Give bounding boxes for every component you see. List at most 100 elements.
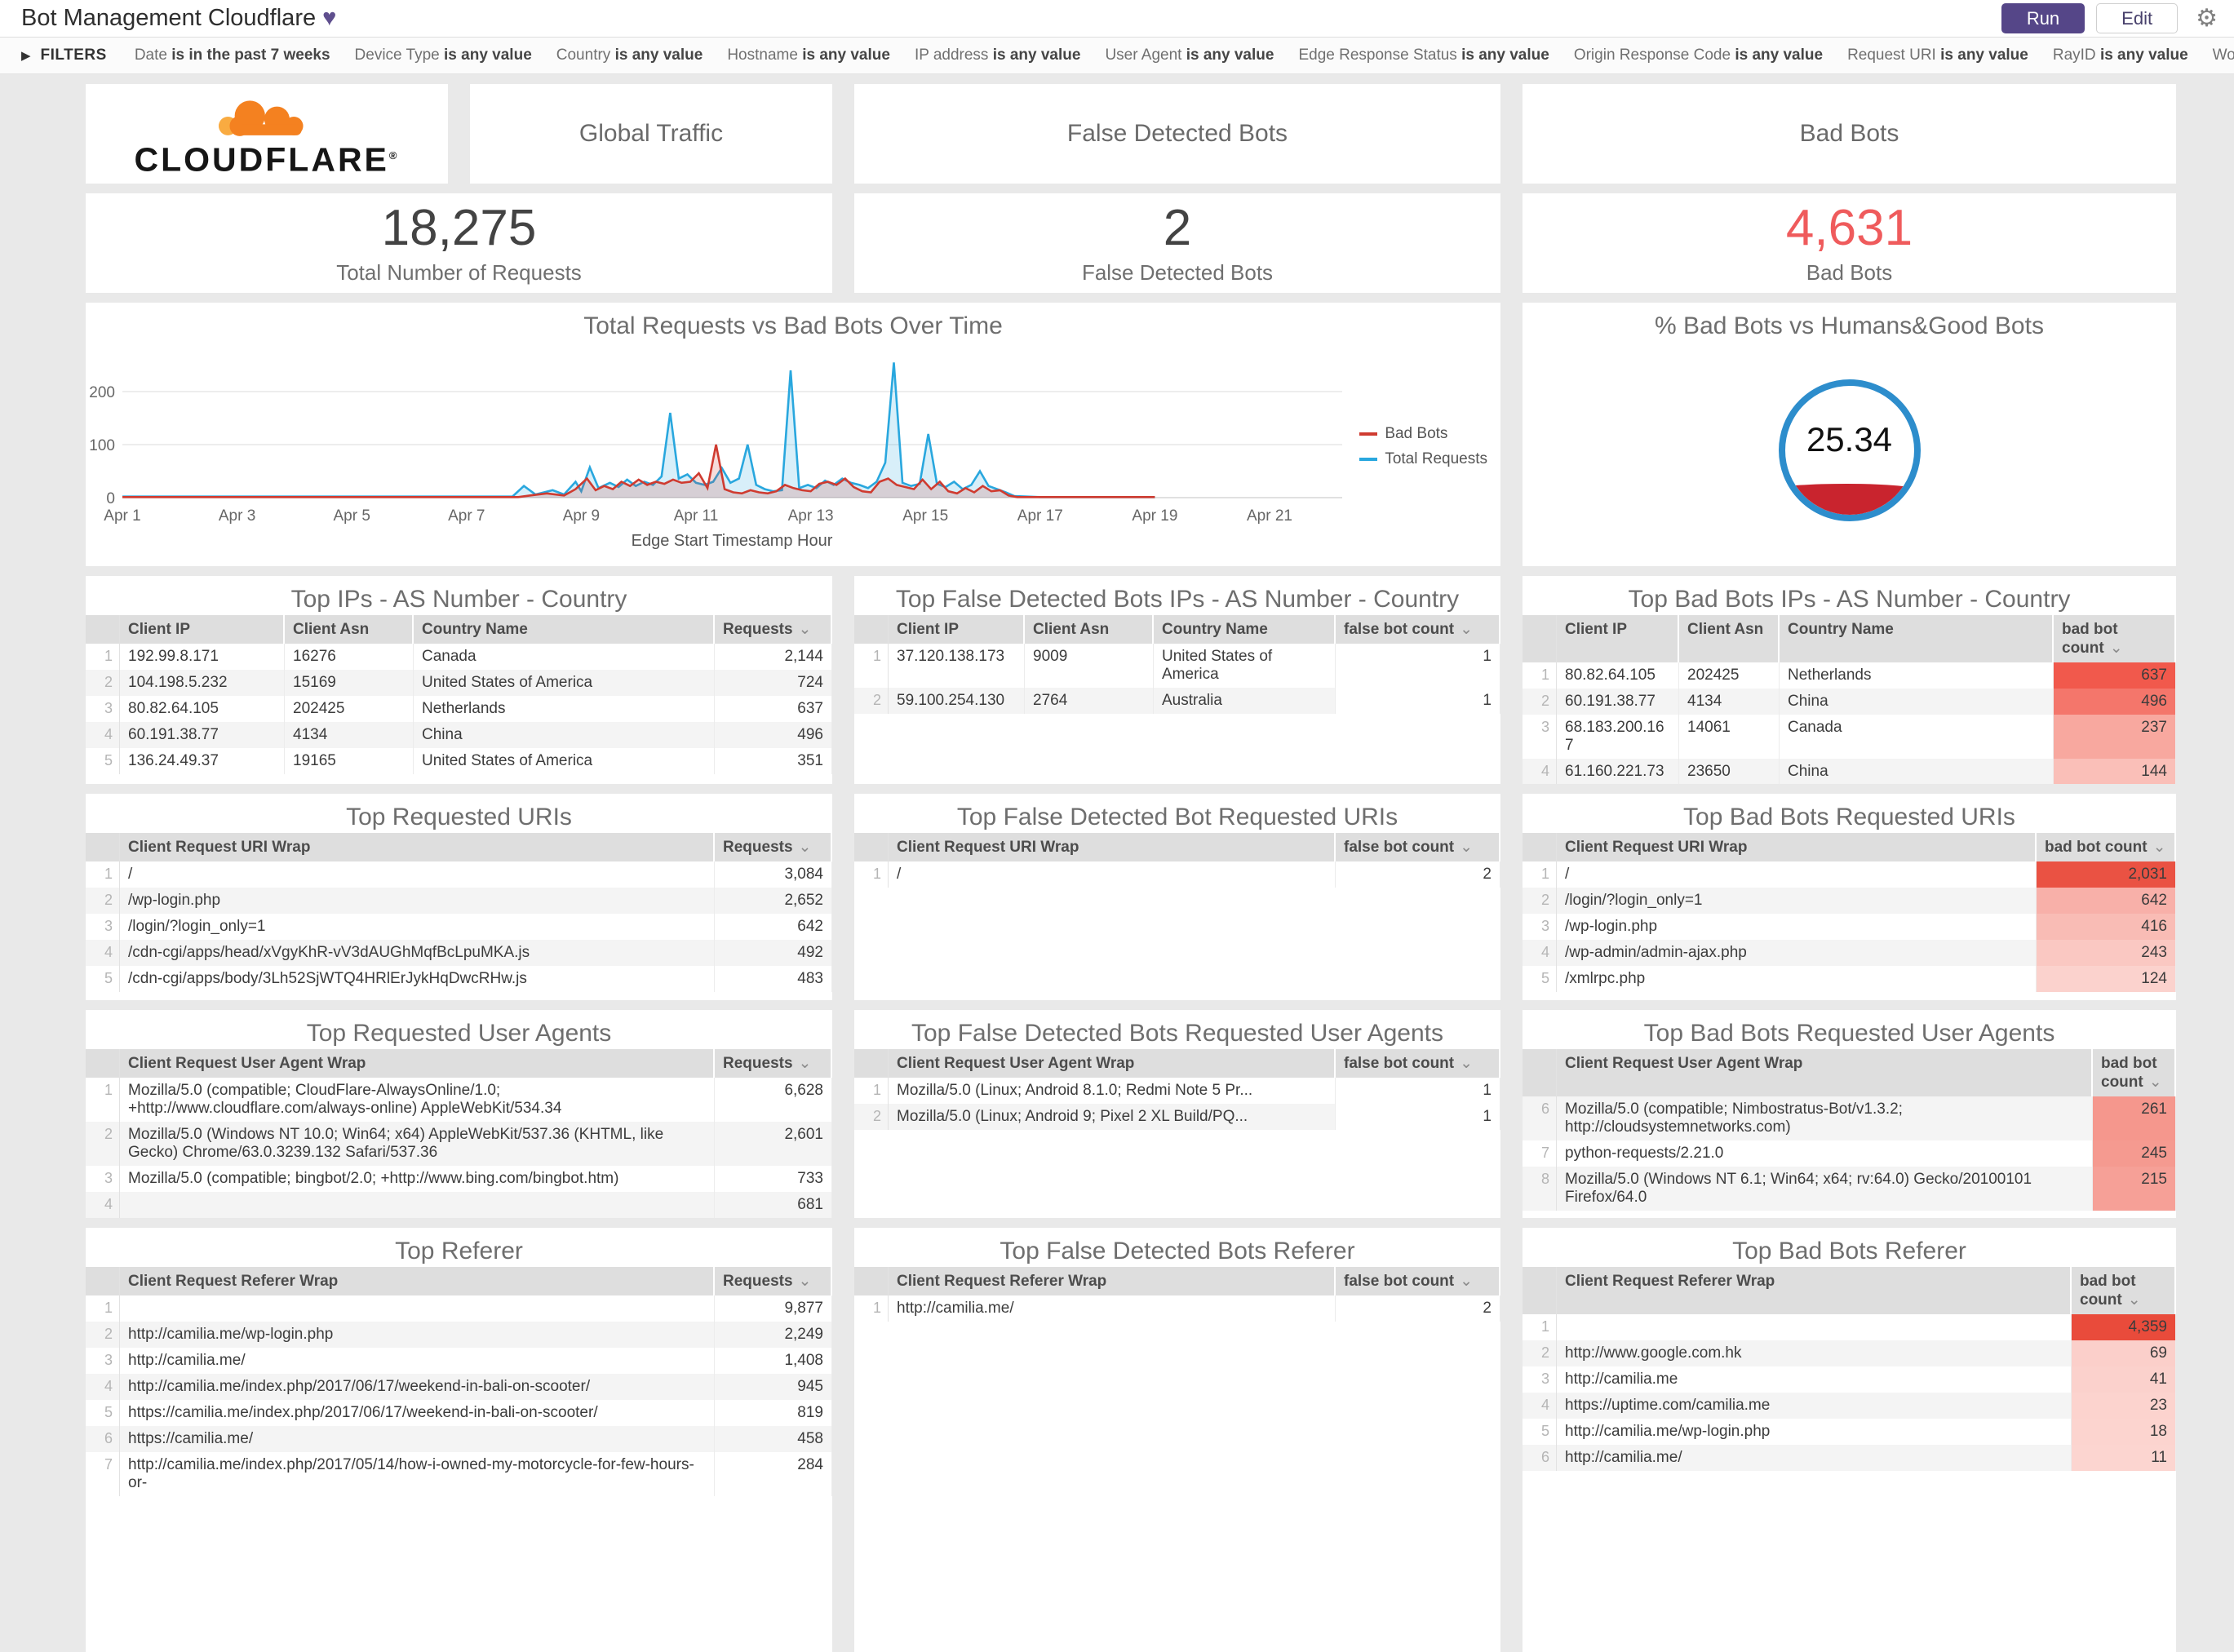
column-header[interactable]: bad bot count ⌄ xyxy=(2054,615,2176,662)
row-number: 3 xyxy=(86,914,120,940)
tile-top-ips: Top IPs - AS Number - Country Client IP Cl… xyxy=(86,576,832,784)
tile-title: Top False Detected Bots Requested User A… xyxy=(911,1020,1444,1047)
filter-item-ip-address[interactable]: IP address is any value xyxy=(915,47,1081,64)
filter-item-hostname[interactable]: Hostname is any value xyxy=(727,47,890,64)
column-header-label: Client Asn xyxy=(293,621,370,638)
filter-value: is any value xyxy=(1940,47,2028,64)
tile-top-bad-bot-user-agents: Top Bad Bots Requested User Agents Client… xyxy=(1523,1010,2176,1218)
table-body[interactable]: 1 80.82.64.105 202425 Netherlands 637 2 60.191… xyxy=(1523,662,2176,784)
table-body[interactable]: 1 4,359 2 http://www.google.com.hk 69 3 http:/… xyxy=(1523,1314,2176,1471)
heat-cell: 416 xyxy=(2037,914,2176,940)
tile-title: Top Requested URIs xyxy=(346,804,572,830)
row-number: 4 xyxy=(1523,1393,1557,1419)
column-header[interactable]: bad bot count ⌄ xyxy=(2037,833,2176,861)
column-header-label: Client Request Referer Wrap xyxy=(897,1273,1107,1290)
filter-name: Edge Response Status xyxy=(1298,47,1457,64)
table-row: 7 python-requests/2.21.0 245 xyxy=(1523,1140,2176,1167)
column-header[interactable]: bad bot count ⌄ xyxy=(2093,1049,2176,1096)
filter-item-user-agent[interactable]: User Agent is any value xyxy=(1105,47,1274,64)
column-header[interactable]: Requests ⌄ xyxy=(715,1267,832,1295)
row-number: 3 xyxy=(86,696,120,722)
tile-top-bad-bot-ips: Top Bad Bots IPs - AS Number - Country Cl… xyxy=(1523,576,2176,784)
row-number: 7 xyxy=(86,1452,120,1496)
cell: http://camilia.me xyxy=(1557,1366,2072,1393)
edit-button[interactable]: Edit xyxy=(2096,3,2179,33)
column-header: Country Name xyxy=(1780,615,2054,662)
row-number: 5 xyxy=(86,1400,120,1426)
table-body[interactable]: 1 Mozilla/5.0 (Linux; Android 8.1.0; Redm… xyxy=(854,1078,1500,1130)
column-header[interactable]: bad bot count ⌄ xyxy=(2072,1267,2176,1314)
table-body[interactable]: 1/2 xyxy=(854,861,1500,888)
table-row: 3 http://camilia.me 41 xyxy=(1523,1366,2176,1393)
filter-item-date[interactable]: Date is in the past 7 weeks xyxy=(135,47,330,64)
column-header[interactable]: false bot count ⌄ xyxy=(1336,1049,1500,1078)
row-number: 4 xyxy=(1523,759,1557,784)
heat-cell: 261 xyxy=(2093,1096,2176,1140)
table-body[interactable]: 1/2,031 2/login/?login_only=1 642 3/wp-logi… xyxy=(1523,861,2176,992)
column-header: Client Request URI Wrap xyxy=(120,833,715,861)
table-body[interactable]: 1 http://camilia.me/2 xyxy=(854,1295,1500,1322)
cell: Australia xyxy=(1154,688,1336,714)
filter-value: is any value xyxy=(1186,47,1274,64)
row-number: 1 xyxy=(86,1295,120,1322)
chart-legend: Bad Bots Total Requests xyxy=(1359,425,1487,476)
column-header[interactable]: false bot count ⌄ xyxy=(1336,1267,1500,1295)
tile-title: Top False Detected Bot Requested URIs xyxy=(956,804,1398,830)
x-tick-label: Apr 7 xyxy=(448,507,485,525)
column-header-label: false bot count xyxy=(1344,1055,1455,1072)
column-header: Client Request URI Wrap xyxy=(889,833,1336,861)
row-number: 1 xyxy=(86,1078,120,1122)
filter-item-country[interactable]: Country is any value xyxy=(556,47,703,64)
table-row: 3 80.82.64.105 202425 Netherlands 637 xyxy=(86,696,832,722)
dashboard: CLOUDFLARE® Global Traffic False Detecte… xyxy=(0,74,2234,1652)
top-bar: Bot Management Cloudflare ♥ Run Edit ⚙ xyxy=(0,0,2234,38)
kpi-value: 4,631 xyxy=(1785,199,1913,256)
tile-top-false-bot-referer: Top False Detected Bots Referer Client Re… xyxy=(854,1228,1500,1652)
sort-desc-icon: ⌄ xyxy=(2109,640,2123,657)
filter-item-origin-response-code[interactable]: Origin Response Code is any value xyxy=(1574,47,1823,64)
filter-item-rayid[interactable]: RayID is any value xyxy=(2053,47,2188,64)
cell: 681 xyxy=(715,1192,832,1218)
filter-item-request-uri[interactable]: Request URI is any value xyxy=(1847,47,2028,64)
cell: 202425 xyxy=(285,696,414,722)
filter-item-worker-subrequest[interactable]: Worker Subrequest is… xyxy=(2213,47,2234,64)
table-row: 2 60.191.38.77 4134 China 496 xyxy=(1523,689,2176,715)
line-chart[interactable]: 0 100 200 Apr 1 Apr 3 Apr 5 Apr 7 Apr 9 Apr 11 Ap… xyxy=(86,339,1500,566)
column-header-label: Requests xyxy=(723,839,793,856)
cloudflare-cloud-icon xyxy=(218,100,304,136)
cell: 483 xyxy=(715,966,832,992)
row-number: 2 xyxy=(86,1122,120,1166)
y-tick-label: 100 xyxy=(89,437,115,454)
row-number: 1 xyxy=(854,644,889,688)
table-body[interactable]: 1 37.120.138.173 9009 United States of Amer… xyxy=(854,644,1500,714)
run-button[interactable]: Run xyxy=(2001,3,2086,33)
row-number: 5 xyxy=(86,748,120,774)
column-header[interactable]: false bot count ⌄ xyxy=(1336,833,1500,861)
column-header[interactable]: false bot count ⌄ xyxy=(1336,615,1500,644)
column-header[interactable]: Requests ⌄ xyxy=(715,1049,832,1078)
cell: Mozilla/5.0 (compatible; bingbot/2.0; +h… xyxy=(120,1166,715,1192)
table-body[interactable]: 1 9,877 2 http://camilia.me/wp-login.php 2,2… xyxy=(86,1295,832,1496)
filters-expand-icon[interactable]: ▶ xyxy=(21,48,31,63)
table-body[interactable]: 1/3,084 2/wp-login.php 2,652 3/login/?login… xyxy=(86,861,832,992)
filter-item-device-type[interactable]: Device Type is any value xyxy=(355,47,532,64)
column-header[interactable]: Requests ⌄ xyxy=(715,615,832,644)
row-number: 2 xyxy=(1523,888,1557,914)
table-body[interactable]: 6 Mozilla/5.0 (compatible; Nimbostratus-B… xyxy=(1523,1096,2176,1211)
column-header: Country Name xyxy=(414,615,715,644)
section-title-bad-bots: Bad Bots xyxy=(1523,84,2176,184)
table-header: Client Request URI Wrap false bot count ⌄ xyxy=(854,833,1500,861)
gear-icon[interactable]: ⚙ xyxy=(2196,4,2218,33)
cell: 2 xyxy=(1336,861,1500,888)
x-tick-label: Apr 21 xyxy=(1247,507,1292,525)
table-header: Client Request URI Wrap Requests ⌄ xyxy=(86,833,832,861)
filter-item-edge-response-status[interactable]: Edge Response Status is any value xyxy=(1298,47,1549,64)
heat-cell: 637 xyxy=(2054,662,2176,689)
cell: 37.120.138.173 xyxy=(889,644,1025,688)
row-number-gutter xyxy=(1523,1267,1557,1314)
column-header[interactable]: Requests ⌄ xyxy=(715,833,832,861)
sort-desc-icon: ⌄ xyxy=(1460,839,1474,856)
table-body[interactable]: 1 192.99.8.171 16276 Canada 2,144 2 104.198.5.… xyxy=(86,644,832,774)
table-header: Client Request Referer Wrap false bot cou… xyxy=(854,1267,1500,1295)
table-body[interactable]: 1 Mozilla/5.0 (compatible; CloudFlare-Alw… xyxy=(86,1078,832,1218)
